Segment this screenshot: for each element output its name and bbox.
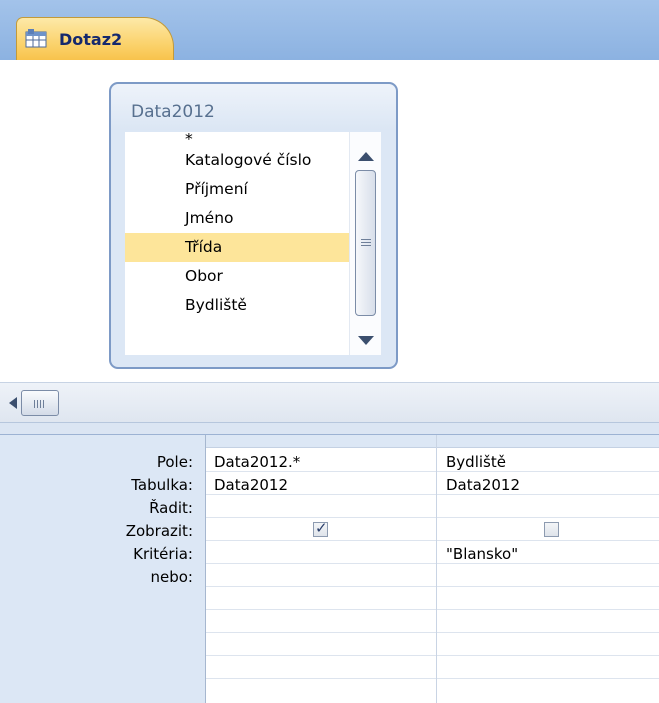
grid-cell-table[interactable]: Data2012 (214, 476, 288, 494)
field-item-obor[interactable]: Obor (125, 262, 349, 291)
row-label-sort: Řadit: (149, 499, 193, 517)
table-field-list-window[interactable]: Data2012 * Katalogové číslo Příjmení Jmé… (109, 82, 398, 369)
show-checkbox[interactable] (544, 522, 559, 537)
scroll-left-icon[interactable] (9, 397, 17, 409)
show-checkbox[interactable] (313, 519, 328, 537)
grid-cell-criteria[interactable]: "Blansko" (446, 545, 518, 563)
column-selector-row[interactable] (206, 435, 659, 448)
field-item-bydliste[interactable]: Bydliště (125, 291, 349, 320)
scroll-down-icon[interactable] (358, 336, 374, 345)
tab-dotaz2[interactable]: Dotaz2 (16, 17, 174, 60)
query-grid-area: Pole: Tabulka: Řadit: Zobrazit: Kritéria… (0, 435, 659, 703)
field-list-scrollbar[interactable] (349, 132, 381, 355)
row-label-show: Zobrazit: (125, 522, 193, 540)
row-label-table: Tabulka: (131, 476, 193, 494)
field-item-katalogove-cislo[interactable]: Katalogové číslo (125, 146, 349, 175)
row-labels: Pole: Tabulka: Řadit: Zobrazit: Kritéria… (0, 435, 205, 703)
table-title[interactable]: Data2012 (111, 84, 396, 130)
row-label-criteria: Kritéria: (133, 545, 193, 563)
grid-cell-field[interactable]: Bydliště (446, 453, 506, 471)
pane-splitter[interactable] (0, 422, 659, 435)
grid-cell-table[interactable]: Data2012 (446, 476, 520, 494)
query-icon (25, 29, 47, 49)
field-item-prijmeni[interactable]: Příjmení (125, 175, 349, 204)
field-item-all[interactable]: * (125, 132, 349, 147)
query-design-grid: Data2012.* Data2012 Bydliště Data2012 "B… (205, 435, 659, 703)
design-pane-hscrollbar[interactable] (0, 382, 659, 422)
document-tab-bar: Dotaz2 (0, 0, 659, 60)
field-item-trida[interactable]: Třída (125, 233, 349, 262)
hscroll-thumb[interactable] (21, 390, 59, 416)
tab-label: Dotaz2 (59, 29, 123, 49)
scroll-thumb[interactable] (355, 170, 376, 316)
scroll-up-icon[interactable] (358, 152, 374, 161)
column-separator[interactable] (436, 435, 437, 703)
grid-cell-field[interactable]: Data2012.* (214, 453, 300, 471)
field-list: * Katalogové číslo Příjmení Jméno Třída … (125, 132, 349, 355)
row-label-or: nebo: (150, 568, 194, 586)
row-label-field: Pole: (156, 453, 193, 471)
field-item-jmeno[interactable]: Jméno (125, 204, 349, 233)
